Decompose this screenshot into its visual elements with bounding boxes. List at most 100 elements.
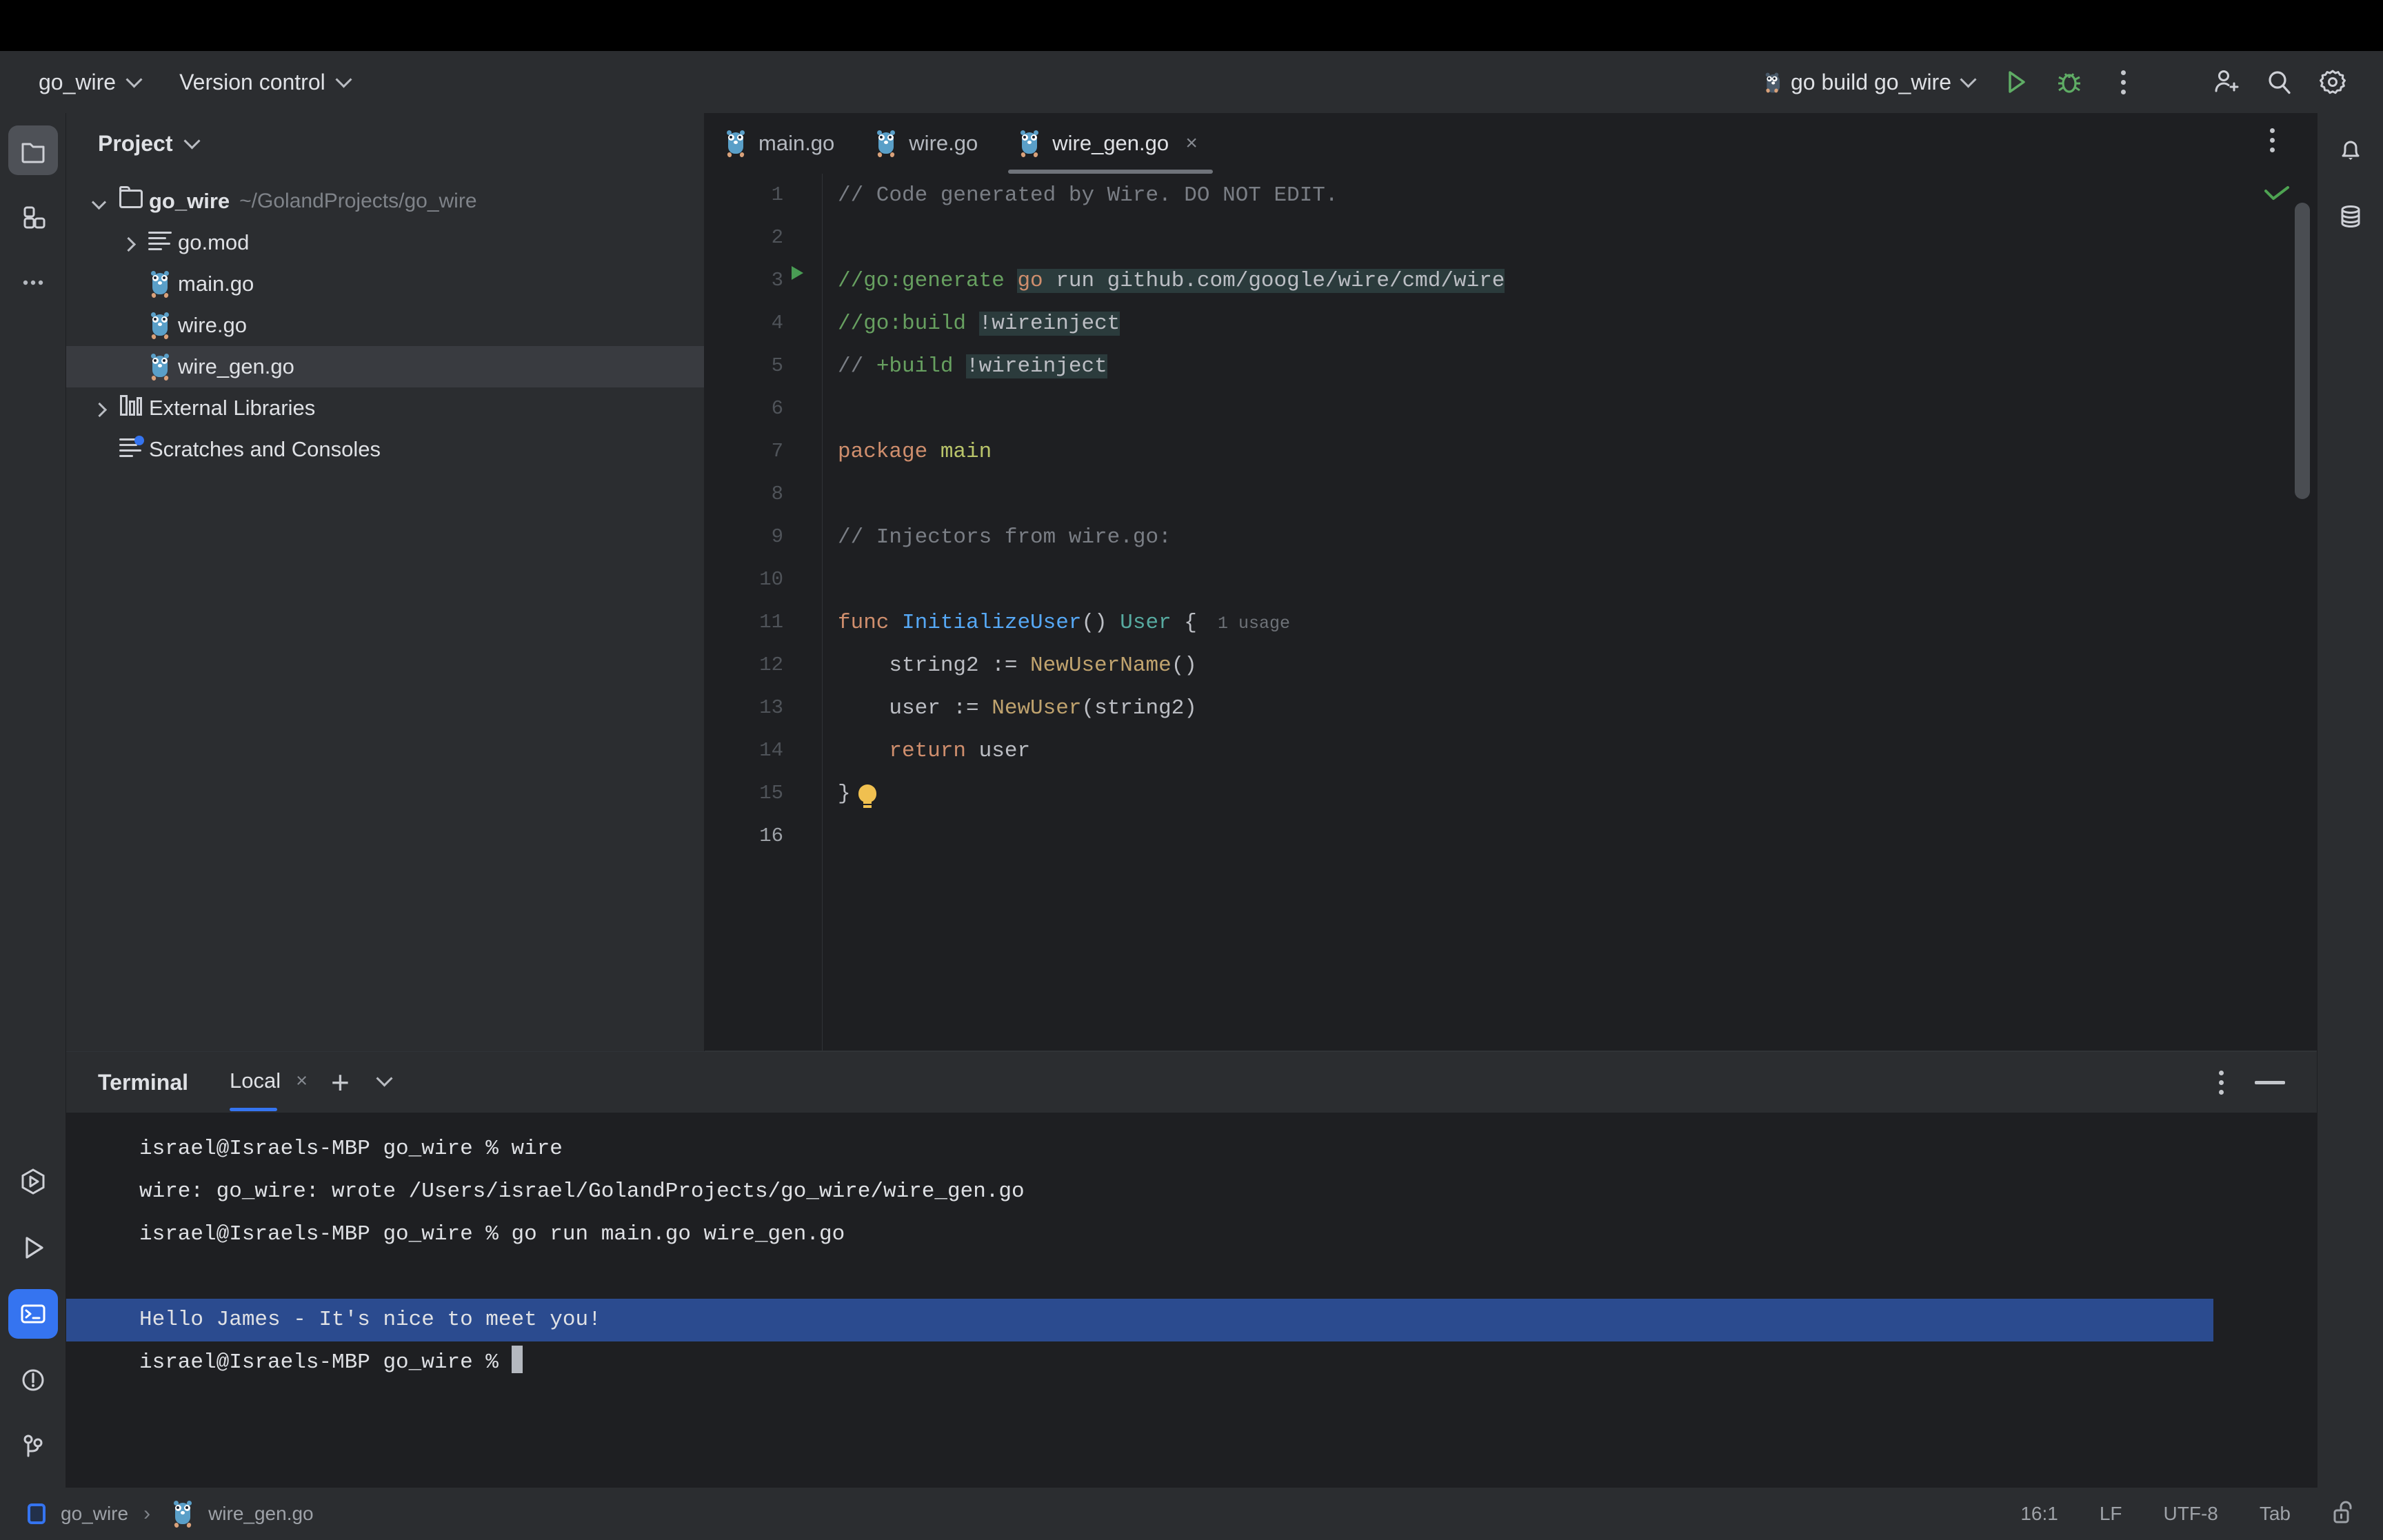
hexagon-play-icon — [21, 1168, 44, 1195]
editor-gutter[interactable]: 1 2 3 4 5 6 7 8 9 10 11 12 13 14 15 16 — [705, 174, 823, 1051]
terminal-line: wire: go_wire: wrote /Users/israel/Golan… — [139, 1179, 1025, 1204]
terminal-tab-label: Local — [230, 1068, 281, 1093]
tree-twisty[interactable] — [84, 396, 113, 421]
code-editor[interactable]: 1 2 3 4 5 6 7 8 9 10 11 12 13 14 15 16 /… — [705, 174, 2317, 1051]
tree-node-main-go[interactable]: main.go — [66, 263, 704, 305]
window-title-strip — [0, 0, 2383, 51]
file-encoding[interactable]: UTF-8 — [2164, 1503, 2218, 1525]
scratches-icon — [113, 436, 149, 462]
usage-hint: 1 usage — [1217, 614, 1290, 634]
line-number: 4 — [771, 312, 783, 334]
tree-node-go-mod[interactable]: go.mod — [66, 222, 704, 263]
tree-node-external-libraries[interactable]: External Libraries — [66, 387, 704, 429]
sidebar-item-terminal[interactable] — [8, 1289, 58, 1339]
read-only-toggle[interactable] — [2332, 1499, 2355, 1530]
run-configuration-selector[interactable]: go build go_wire — [1751, 64, 1989, 101]
code-line-9: // Injectors from wire.go: — [838, 525, 1172, 549]
line-separator[interactable]: LF — [2100, 1503, 2122, 1525]
settings-button[interactable] — [2306, 55, 2360, 109]
terminal-tabs-dropdown-button[interactable] — [377, 1073, 392, 1092]
sidebar-item-structure[interactable] — [8, 192, 58, 241]
chevron-down-icon — [377, 1071, 392, 1086]
tree-node-scratches-and-consoles[interactable]: Scratches and Consoles — [66, 429, 704, 470]
terminal-output[interactable]: israel@Israels-MBP go_wire % wire wire: … — [66, 1113, 2317, 1488]
tab-wire-go[interactable]: wire.go — [855, 113, 998, 174]
tab-wire-gen-go[interactable]: wire_gen.go × — [998, 113, 1223, 174]
sidebar-item-database[interactable] — [2326, 192, 2375, 241]
search-everywhere-button[interactable] — [2252, 55, 2306, 109]
breadcrumb-separator: › — [143, 1502, 151, 1525]
code-text-area[interactable]: // Code generated by Wire. DO NOT EDIT. … — [823, 174, 2317, 1051]
breadcrumb-module[interactable]: go_wire — [61, 1503, 128, 1525]
line-number: 9 — [771, 525, 783, 548]
terminal-tab-local[interactable]: Local × — [230, 1068, 308, 1111]
chevron-down-icon — [127, 72, 142, 88]
tree-node-label: Scratches and Consoles — [149, 437, 381, 461]
status-bar: go_wire › wire_gen.go 16:1 LF UTF-8 Tab — [0, 1488, 2383, 1540]
more-vertical-icon — [2099, 70, 2147, 94]
sidebar-item-run-anything[interactable] — [8, 1157, 58, 1206]
project-menu-label: go_wire — [39, 69, 117, 94]
terminal-title: Terminal — [98, 1069, 188, 1095]
line-number: 6 — [771, 397, 783, 420]
tree-twisty[interactable] — [113, 230, 142, 255]
line-number: 13 — [759, 696, 783, 719]
debug-button[interactable] — [2042, 55, 2096, 109]
folder-icon — [113, 186, 149, 214]
sidebar-item-problems[interactable] — [8, 1355, 58, 1405]
tab-main-go[interactable]: main.go — [705, 113, 855, 174]
new-terminal-tab-button[interactable]: + — [331, 1066, 350, 1098]
inspection-ok-checkmark[interactable] — [2263, 185, 2291, 203]
tree-node-wire-go[interactable]: wire.go — [66, 305, 704, 346]
editor-tabbar: main.go wire.go wire_gen.go × — [705, 113, 2317, 174]
code-line-13: user := NewUser(string2) — [838, 696, 1197, 720]
close-icon[interactable]: × — [1181, 133, 1202, 154]
tab-label: main.go — [758, 131, 835, 155]
chevron-down-icon[interactable] — [185, 134, 200, 149]
gear-icon — [2320, 70, 2346, 94]
caret-position[interactable]: 16:1 — [2020, 1503, 2058, 1525]
search-icon — [2269, 71, 2291, 94]
folder-icon — [21, 143, 44, 163]
run-gutter-play-icon[interactable] — [792, 266, 803, 280]
code-line-12: string2 := NewUserName() — [838, 654, 1197, 678]
go-file-icon — [172, 1501, 193, 1528]
line-number: 7 — [771, 440, 783, 463]
close-icon[interactable]: × — [296, 1070, 308, 1093]
lightbulb-icon[interactable] — [858, 784, 876, 804]
sidebar-item-run[interactable] — [8, 1223, 58, 1273]
code-line-7: package main — [838, 440, 992, 464]
bell-icon — [2342, 141, 2359, 160]
go-file-icon — [1764, 72, 1780, 93]
tree-node-wire-gen-go[interactable]: wire_gen.go — [66, 346, 704, 387]
editor-area: main.go wire.go wire_gen.go × 1 2 3 4 5 … — [705, 113, 2317, 1051]
go-file-icon — [142, 271, 178, 299]
project-menu-button[interactable]: go_wire — [23, 63, 157, 102]
window-body: Project go_wire ~/GolandProjects/go_wire — [0, 113, 2383, 1488]
version-control-menu-button[interactable]: Version control — [164, 63, 367, 102]
terminal-options-button[interactable] — [2194, 1055, 2248, 1109]
indent-setting[interactable]: Tab — [2260, 1503, 2291, 1525]
unlocked-padlock-icon — [2333, 1501, 2352, 1523]
run-button[interactable] — [1989, 55, 2042, 109]
editor-vertical-scrollbar[interactable] — [2295, 203, 2310, 499]
chevron-right-icon — [122, 239, 133, 250]
sidebar-item-project[interactable] — [8, 125, 58, 175]
sidebar-item-version-control[interactable] — [8, 1421, 58, 1471]
sidebar-item-notifications[interactable] — [2326, 125, 2375, 175]
sidebar-item-more[interactable] — [8, 258, 58, 307]
add-account-button[interactable] — [2198, 55, 2252, 109]
more-actions-button[interactable] — [2096, 55, 2150, 109]
minimize-icon[interactable] — [2255, 1080, 2285, 1084]
lines-icon — [142, 230, 178, 255]
editor-options-button[interactable] — [2245, 113, 2299, 167]
tree-twisty[interactable] — [84, 189, 113, 214]
go-file-icon — [725, 130, 746, 158]
breadcrumb-file[interactable]: wire_gen.go — [208, 1503, 314, 1525]
goland-window: go_wire Version control go build go_wire — [0, 0, 2383, 1540]
upper-row: Project go_wire ~/GolandProjects/go_wire — [66, 113, 2317, 1051]
project-tree: go_wire ~/GolandProjects/go_wire go.mod — [66, 174, 704, 470]
add-account-icon — [2215, 70, 2239, 92]
tree-node-go-wire[interactable]: go_wire ~/GolandProjects/go_wire — [66, 181, 704, 222]
chevron-down-icon — [1961, 72, 1976, 88]
